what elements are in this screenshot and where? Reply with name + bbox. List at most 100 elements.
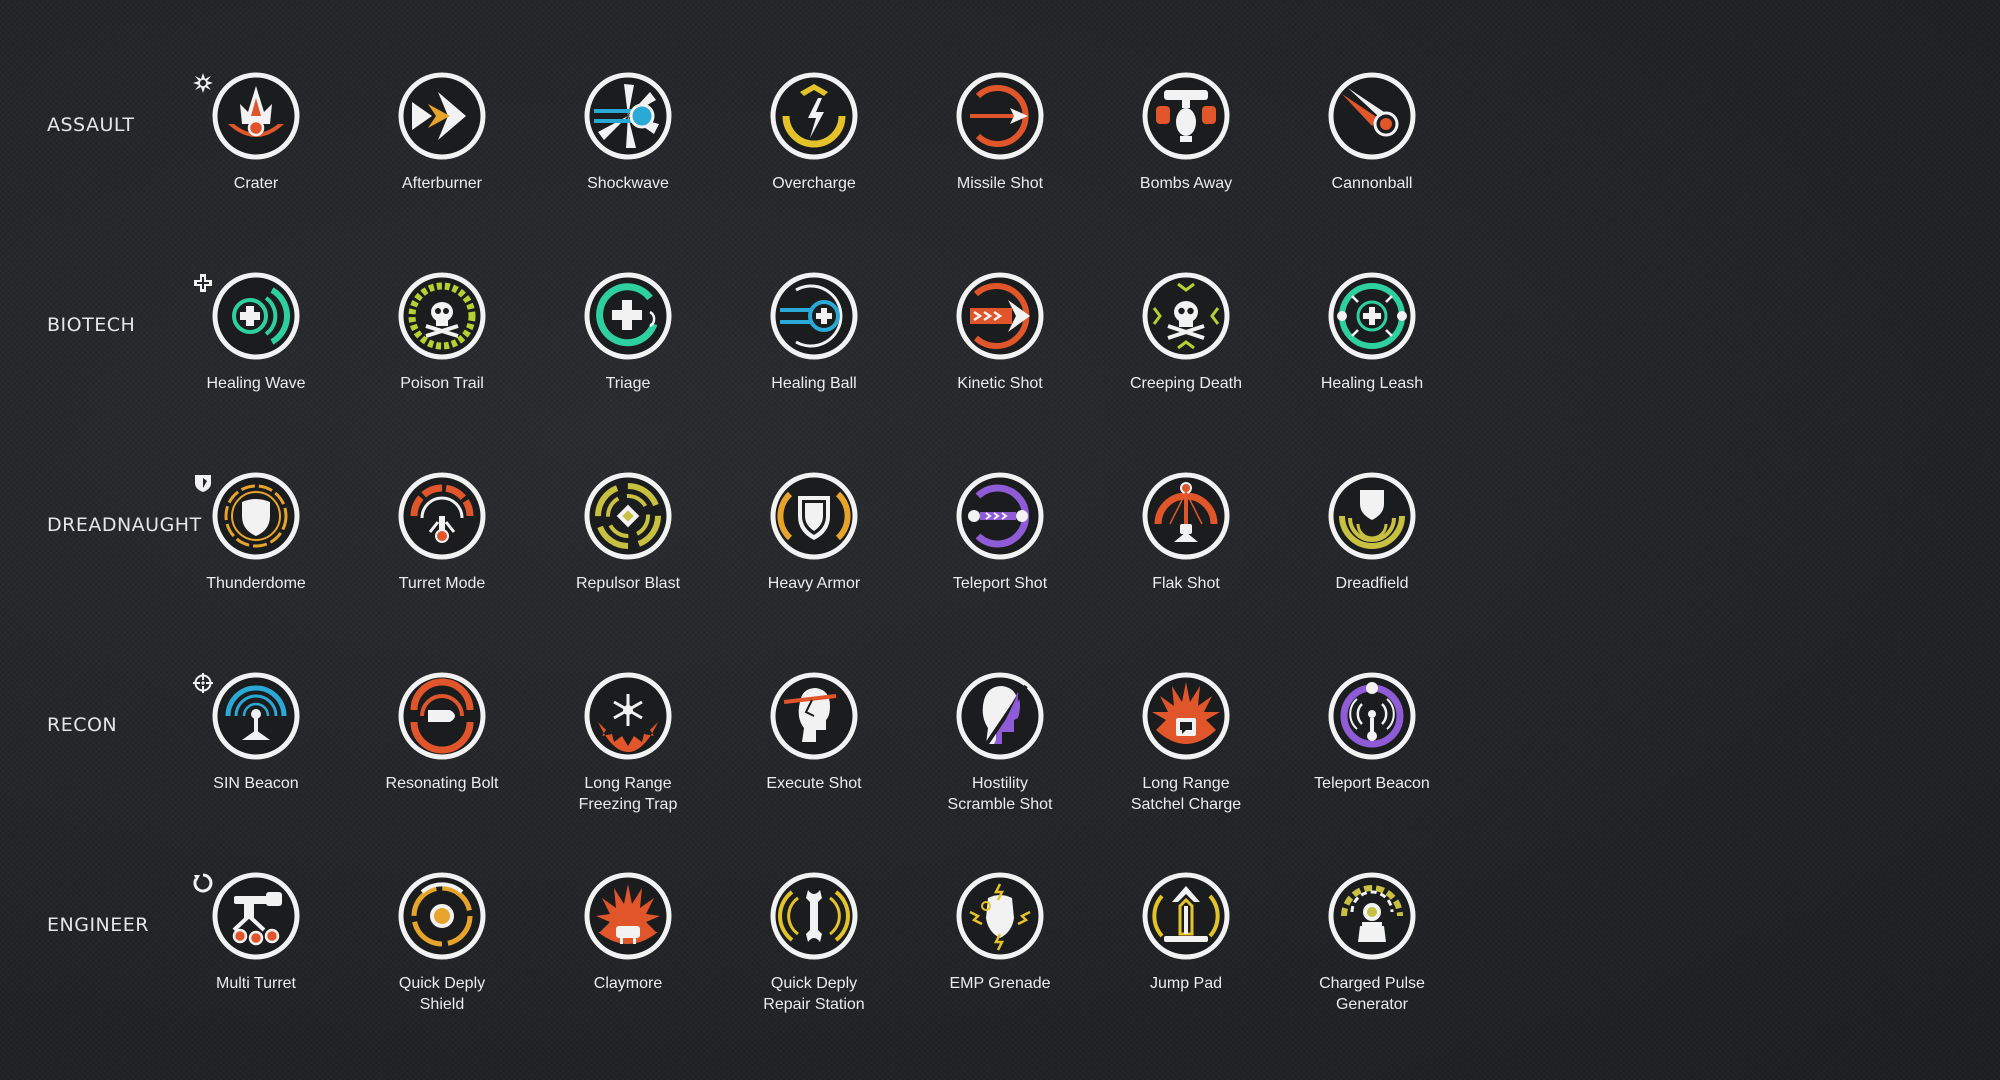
- ability-sin-beacon[interactable]: SIN Beacon: [166, 672, 346, 832]
- repulsor-blast-icon: [584, 472, 672, 560]
- multi-turret-icon: [212, 872, 300, 960]
- resonating-bolt-icon: [398, 672, 486, 760]
- dreadfield-icon: [1328, 472, 1416, 560]
- ability-name: Afterburner: [401, 175, 483, 192]
- class-row-dreadnaught: DREADNAUGHT Thunderdome Turret Mode Repu…: [0, 472, 2000, 632]
- ability-execute-shot[interactable]: Execute Shot: [724, 672, 904, 832]
- ability-bombs-away[interactable]: Bombs Away: [1096, 72, 1276, 232]
- ability-multi-turret[interactable]: Multi Turret: [166, 872, 346, 1032]
- charged-pulse-generator-icon: [1328, 872, 1416, 960]
- ability-missile-shot[interactable]: Missile Shot: [910, 72, 1090, 232]
- ability-afterburner[interactable]: Afterburner: [352, 72, 532, 232]
- bombs-away-icon: [1142, 72, 1230, 160]
- class-row-biotech: BIOTECH Healing Wave Poison Trail Triage…: [0, 272, 2000, 432]
- ability-healing-leash[interactable]: Healing Leash: [1282, 272, 1462, 432]
- ability-name: Overcharge: [772, 175, 856, 192]
- ability-kinetic-shot[interactable]: Kinetic Shot: [910, 272, 1090, 432]
- teleport-shot-icon: [956, 472, 1044, 560]
- thunderdome-icon: [212, 472, 300, 560]
- ability-emp-grenade[interactable]: EMP Grenade: [910, 872, 1090, 1032]
- ability-name: Healing Wave: [206, 375, 306, 392]
- ability-name: Charged Pulse Generator: [1319, 975, 1425, 1013]
- ability-heavy-armor[interactable]: Heavy Armor: [724, 472, 904, 632]
- ability-name: Triage: [605, 375, 651, 392]
- ability-name: Claymore: [593, 975, 663, 992]
- freezing-trap-icon: [584, 672, 672, 760]
- ability-resonating-bolt[interactable]: Resonating Bolt: [352, 672, 532, 832]
- healing-leash-icon: [1328, 272, 1416, 360]
- ability-name: Jump Pad: [1149, 975, 1223, 992]
- ability-claymore[interactable]: Claymore: [538, 872, 718, 1032]
- ability-name: EMP Grenade: [949, 975, 1051, 992]
- ability-name: Quick Deply Repair Station: [763, 975, 865, 1013]
- class-label: ASSAULT: [47, 114, 135, 136]
- ability-triage[interactable]: Triage: [538, 272, 718, 432]
- kinetic-shot-icon: [956, 272, 1044, 360]
- class-label: BIOTECH: [47, 314, 136, 336]
- ability-long-range-freezing-trap[interactable]: Long Range Freezing Trap: [538, 672, 718, 832]
- ability-thunderdome[interactable]: Thunderdome: [166, 472, 346, 632]
- ability-name: Poison Trail: [400, 375, 484, 392]
- afterburner-icon: [398, 72, 486, 160]
- ability-teleport-shot[interactable]: Teleport Shot: [910, 472, 1090, 632]
- hostility-scramble-shot-icon: [956, 672, 1044, 760]
- ability-repulsor-blast[interactable]: Repulsor Blast: [538, 472, 718, 632]
- jump-pad-icon: [1142, 872, 1230, 960]
- heavy-armor-icon: [770, 472, 858, 560]
- ability-quick-deploy-repair-station[interactable]: Quick Deply Repair Station: [724, 872, 904, 1032]
- execute-shot-icon: [770, 672, 858, 760]
- ability-dreadfield[interactable]: Dreadfield: [1282, 472, 1462, 632]
- ability-name: Flak Shot: [1152, 575, 1220, 592]
- quick-deploy-shield-icon: [398, 872, 486, 960]
- ability-name: Kinetic Shot: [957, 375, 1043, 392]
- ability-creeping-death[interactable]: Creeping Death: [1096, 272, 1276, 432]
- ability-name: Multi Turret: [215, 975, 296, 992]
- ability-name: Creeping Death: [1129, 375, 1243, 392]
- satchel-charge-icon: [1142, 672, 1230, 760]
- ability-name: Crater: [233, 175, 279, 192]
- ability-healing-wave[interactable]: Healing Wave: [166, 272, 346, 432]
- ability-crater[interactable]: Crater: [166, 72, 346, 232]
- ability-teleport-beacon[interactable]: Teleport Beacon: [1282, 672, 1462, 832]
- ability-long-range-satchel-charge[interactable]: Long Range Satchel Charge: [1096, 672, 1276, 832]
- class-label: RECON: [47, 714, 118, 736]
- ability-shockwave[interactable]: Shockwave: [538, 72, 718, 232]
- class-row-recon: RECON SIN Beacon Resonating Bolt Long Ra…: [0, 672, 2000, 832]
- ability-name: Healing Leash: [1320, 375, 1424, 392]
- ability-cannonball[interactable]: Cannonball: [1282, 72, 1462, 232]
- cannonball-icon: [1328, 72, 1416, 160]
- ability-hostility-scramble-shot[interactable]: Hostility Scramble Shot: [910, 672, 1090, 832]
- teleport-beacon-icon: [1328, 672, 1416, 760]
- crater-icon: [212, 72, 300, 160]
- ability-turret-mode[interactable]: Turret Mode: [352, 472, 532, 632]
- turret-mode-icon: [398, 472, 486, 560]
- flak-shot-icon: [1142, 472, 1230, 560]
- healing-ball-icon: [770, 272, 858, 360]
- ability-overcharge[interactable]: Overcharge: [724, 72, 904, 232]
- overcharge-icon: [770, 72, 858, 160]
- ability-name: Dreadfield: [1335, 575, 1409, 592]
- class-row-engineer: ENGINEER Multi Turret Quick Deply Shield: [0, 872, 2000, 1032]
- ability-quick-deploy-shield[interactable]: Quick Deply Shield: [352, 872, 532, 1032]
- ability-healing-ball[interactable]: Healing Ball: [724, 272, 904, 432]
- ability-name: Missile Shot: [956, 175, 1044, 192]
- missile-shot-icon: [956, 72, 1044, 160]
- ability-name: Teleport Shot: [952, 575, 1048, 592]
- repair-station-icon: [770, 872, 858, 960]
- poison-trail-icon: [398, 272, 486, 360]
- ability-name: Thunderdome: [206, 575, 306, 592]
- ability-poison-trail[interactable]: Poison Trail: [352, 272, 532, 432]
- ability-name: Hostility Scramble Shot: [947, 775, 1053, 813]
- ability-name: Teleport Beacon: [1314, 775, 1430, 792]
- ability-jump-pad[interactable]: Jump Pad: [1096, 872, 1276, 1032]
- ability-name: Cannonball: [1331, 175, 1413, 192]
- ability-name: Resonating Bolt: [385, 775, 499, 792]
- ability-name: Bombs Away: [1139, 175, 1233, 192]
- ability-name: Long Range Freezing Trap: [578, 775, 678, 813]
- ability-name: Long Range Satchel Charge: [1130, 775, 1242, 813]
- claymore-icon: [584, 872, 672, 960]
- ability-charged-pulse-generator[interactable]: Charged Pulse Generator: [1282, 872, 1462, 1032]
- triage-icon: [584, 272, 672, 360]
- ability-flak-shot[interactable]: Flak Shot: [1096, 472, 1276, 632]
- class-label: ENGINEER: [47, 914, 149, 936]
